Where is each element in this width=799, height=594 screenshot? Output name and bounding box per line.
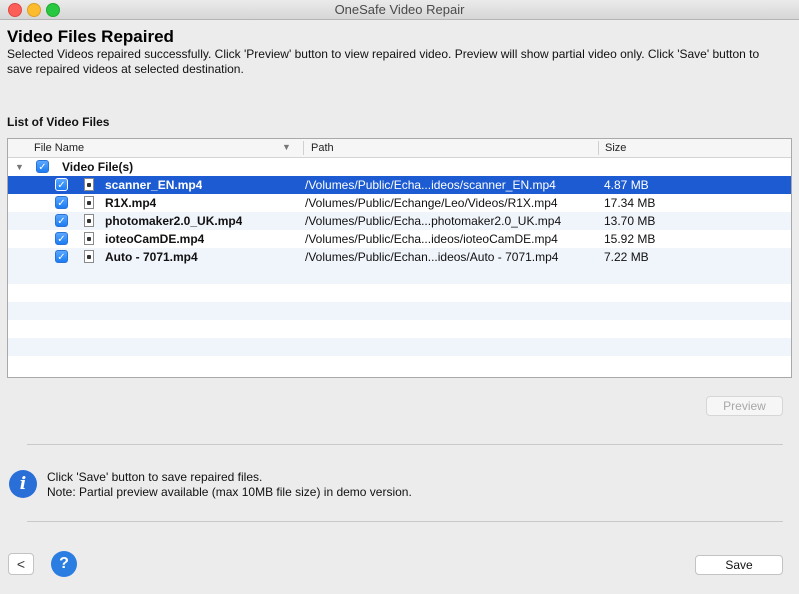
file-size-cell: 17.34 MB	[604, 196, 656, 210]
video-file-icon	[84, 250, 94, 263]
divider	[27, 521, 783, 522]
file-name-cell: photomaker2.0_UK.mp4	[105, 214, 243, 228]
info-line-1: Click 'Save' button to save repaired fil…	[47, 470, 263, 484]
back-button[interactable]: <	[8, 553, 34, 575]
video-file-icon	[84, 232, 94, 245]
table-row[interactable]: ✓ photomaker2.0_UK.mp4/Volumes/Public/Ech…	[8, 212, 791, 230]
info-message: Click 'Save' button to save repaired fil…	[47, 470, 412, 500]
root-checkbox[interactable]: ✓	[36, 160, 49, 173]
column-divider[interactable]	[303, 141, 304, 155]
window-title: OneSafe Video Repair	[334, 2, 465, 17]
empty-row	[8, 284, 791, 302]
table-row[interactable]: ✓ R1X.mp4/Volumes/Public/Echange/Leo/Vide…	[8, 194, 791, 212]
table-row[interactable]: ✓ Auto - 7071.mp4/Volumes/Public/Echan...…	[8, 248, 791, 266]
video-files-table[interactable]: File Name ▼ Path Size ▼ ✓ Video File(s) …	[7, 138, 792, 378]
row-checkbox[interactable]: ✓	[55, 250, 68, 263]
divider	[27, 444, 783, 445]
file-name-cell: R1X.mp4	[105, 196, 157, 210]
file-path-cell: /Volumes/Public/Echange/Leo/Videos/R1X.m…	[305, 196, 558, 210]
empty-row	[8, 320, 791, 338]
column-divider[interactable]	[598, 141, 599, 155]
video-file-icon	[84, 214, 94, 227]
file-size-cell: 15.92 MB	[604, 232, 656, 246]
description-text: Selected Videos repaired successfully. C…	[7, 47, 760, 76]
sort-indicator-icon[interactable]: ▼	[282, 142, 291, 152]
file-path-cell: /Volumes/Public/Echa...photomaker2.0_UK.…	[305, 214, 562, 228]
table-row[interactable]: ✓ scanner_EN.mp4/Volumes/Public/Echa...id…	[8, 176, 791, 194]
disclosure-triangle-icon[interactable]: ▼	[15, 158, 24, 176]
help-icon[interactable]: ?	[51, 551, 77, 577]
video-file-icon	[84, 196, 94, 209]
empty-row	[8, 302, 791, 320]
empty-row	[8, 356, 791, 374]
file-size-cell: 7.22 MB	[604, 250, 649, 264]
table-header: File Name ▼ Path Size	[8, 139, 791, 158]
list-label: List of Video Files	[7, 115, 110, 129]
preview-button[interactable]: Preview	[706, 396, 783, 416]
file-size-cell: 4.87 MB	[604, 178, 649, 192]
column-header-path[interactable]: Path	[311, 139, 596, 157]
tree-root-row[interactable]: ▼ ✓ Video File(s)	[8, 158, 791, 176]
file-name-cell: scanner_EN.mp4	[105, 178, 203, 192]
row-checkbox[interactable]: ✓	[55, 196, 68, 209]
file-path-cell: /Volumes/Public/Echa...ideos/scanner_EN.…	[305, 178, 556, 192]
file-name-cell: Auto - 7071.mp4	[105, 250, 198, 264]
title-bar: OneSafe Video Repair	[0, 0, 799, 20]
empty-row	[8, 266, 791, 284]
video-file-icon	[84, 178, 94, 191]
column-header-file-name[interactable]: File Name	[34, 139, 298, 157]
column-header-size[interactable]: Size	[605, 139, 626, 157]
row-checkbox[interactable]: ✓	[55, 232, 68, 245]
row-checkbox[interactable]: ✓	[55, 178, 68, 191]
info-icon: i	[9, 470, 37, 498]
empty-row	[8, 338, 791, 356]
file-size-cell: 13.70 MB	[604, 214, 656, 228]
row-checkbox[interactable]: ✓	[55, 214, 68, 227]
file-path-cell: /Volumes/Public/Echa...ideos/ioteoCamDE.…	[305, 232, 558, 246]
save-button[interactable]: Save	[695, 555, 783, 575]
file-path-cell: /Volumes/Public/Echan...ideos/Auto - 707…	[305, 250, 559, 264]
root-label: Video File(s)	[62, 160, 134, 174]
table-row[interactable]: ✓ ioteoCamDE.mp4/Volumes/Public/Echa...id…	[8, 230, 791, 248]
page-title: Video Files Repaired	[7, 27, 174, 46]
file-name-cell: ioteoCamDE.mp4	[105, 232, 205, 246]
info-line-2: Note: Partial preview available (max 10M…	[47, 485, 412, 499]
